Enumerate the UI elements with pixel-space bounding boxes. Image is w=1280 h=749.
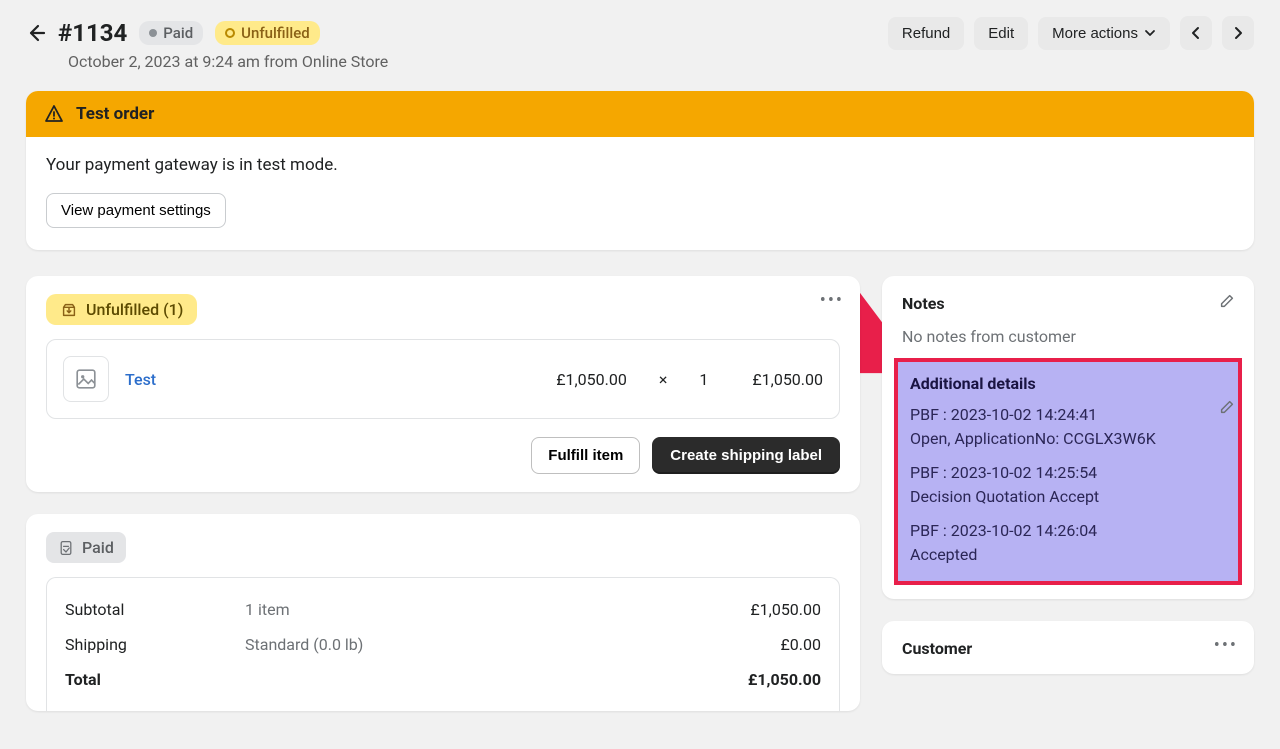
card-menu-icon[interactable]: ••• xyxy=(820,290,844,311)
notes-title: Notes xyxy=(902,294,1234,313)
card-menu-icon[interactable]: ••• xyxy=(1214,635,1238,656)
create-shipping-label-button[interactable]: Create shipping label xyxy=(652,437,840,474)
payment-summary: Subtotal 1 item £1,050.00 Shipping Stand… xyxy=(46,577,840,711)
line-item: Test £1,050.00 × 1 £1,050.00 xyxy=(46,339,840,419)
qty-separator: × xyxy=(659,370,668,389)
paid-badge: Paid xyxy=(139,21,203,45)
refund-button[interactable]: Refund xyxy=(888,17,964,50)
fulfill-item-button[interactable]: Fulfill item xyxy=(531,437,640,474)
receipt-icon xyxy=(58,540,74,556)
edit-notes-icon[interactable] xyxy=(1218,292,1236,310)
notes-empty-text: No notes from customer xyxy=(902,327,1234,346)
additional-details-highlight: Additional details PBF : 2023-10-02 14:2… xyxy=(894,358,1242,585)
status-ring-icon xyxy=(225,28,235,38)
chevron-left-icon xyxy=(1190,26,1202,40)
alert-message: Your payment gateway is in test mode. xyxy=(46,155,1234,175)
line-item-unit-price: £1,050.00 xyxy=(556,370,627,389)
order-subtitle: October 2, 2023 at 9:24 am from Online S… xyxy=(68,52,1254,71)
summary-row-total: Total £1,050.00 xyxy=(65,662,821,697)
customer-title: Customer xyxy=(902,639,1234,658)
additional-details-title: Additional details xyxy=(910,374,1226,393)
test-order-alert: Test order Your payment gateway is in te… xyxy=(26,91,1254,250)
status-dot-icon xyxy=(149,29,157,37)
edit-button[interactable]: Edit xyxy=(974,17,1028,50)
fulfillment-card: ••• Unfulfilled (1) Test £1,050.00 × 1 £… xyxy=(26,276,860,492)
customer-card: ••• Customer xyxy=(882,621,1254,674)
summary-row-subtotal: Subtotal 1 item £1,050.00 xyxy=(65,592,821,627)
more-actions-button[interactable]: More actions xyxy=(1038,17,1170,50)
detail-entry: PBF : 2023-10-02 14:26:04 Accepted xyxy=(910,519,1226,567)
edit-details-icon[interactable] xyxy=(1218,398,1236,416)
unfulfilled-pill: Unfulfilled (1) xyxy=(46,294,197,325)
order-number: #1134 xyxy=(58,19,127,47)
summary-row-shipping: Shipping Standard (0.0 lb) £0.00 xyxy=(65,627,821,662)
product-thumbnail xyxy=(63,356,109,402)
warning-icon xyxy=(44,104,64,124)
notes-card: Notes No notes from customer Additional … xyxy=(882,276,1254,599)
unfulfilled-badge: Unfulfilled xyxy=(215,21,320,45)
line-item-qty: 1 xyxy=(699,370,708,389)
alert-title: Test order xyxy=(76,104,154,124)
chevron-right-icon xyxy=(1232,26,1244,40)
view-payment-settings-button[interactable]: View payment settings xyxy=(46,193,226,228)
line-item-total: £1,050.00 xyxy=(752,370,823,389)
detail-entry: PBF : 2023-10-02 14:25:54 Decision Quota… xyxy=(910,461,1226,509)
payment-card: Paid Subtotal 1 item £1,050.00 Shipping … xyxy=(26,514,860,711)
paid-pill: Paid xyxy=(46,532,126,563)
next-button[interactable] xyxy=(1222,16,1254,50)
line-item-name[interactable]: Test xyxy=(125,370,540,389)
back-arrow-icon[interactable] xyxy=(26,23,46,43)
package-icon xyxy=(60,301,78,319)
image-placeholder-icon xyxy=(75,368,97,390)
chevron-down-icon xyxy=(1144,27,1156,39)
detail-entry: PBF : 2023-10-02 14:24:41 Open, Applicat… xyxy=(910,403,1226,451)
prev-button[interactable] xyxy=(1180,16,1212,50)
